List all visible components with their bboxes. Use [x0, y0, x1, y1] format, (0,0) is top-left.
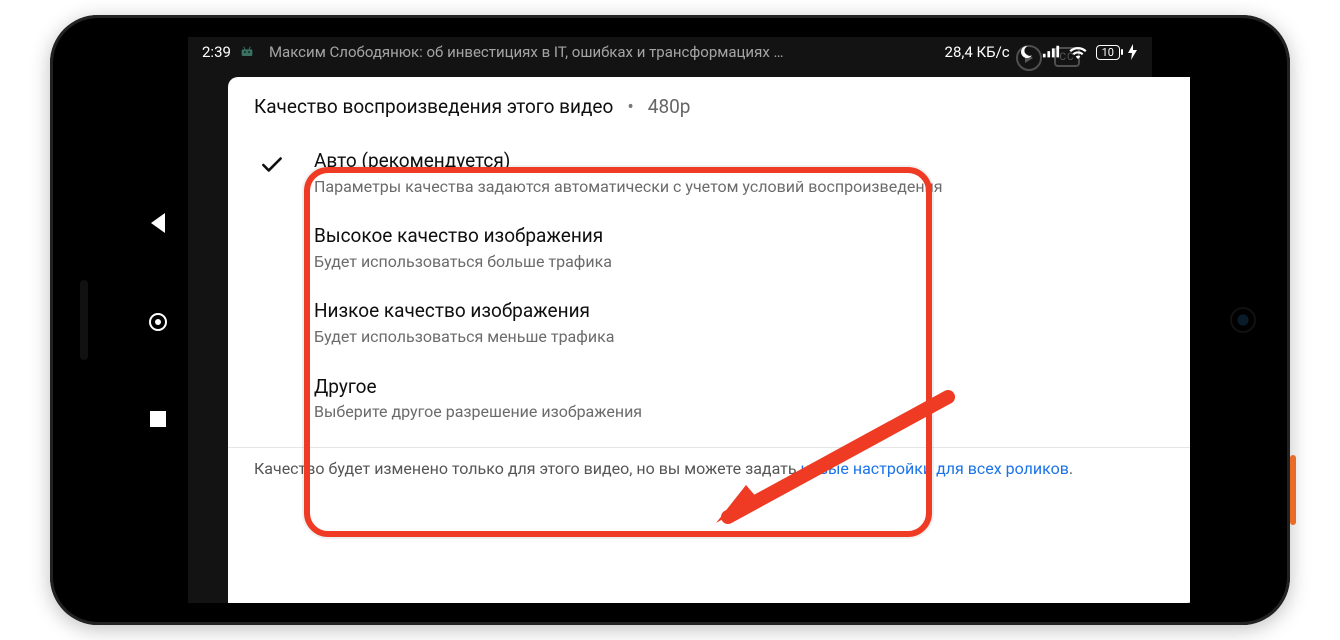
sheet-title: Качество воспроизведения этого видео	[254, 95, 613, 118]
check-placeholder	[254, 374, 290, 378]
charging-bolt-icon	[1128, 44, 1138, 60]
quality-option-low[interactable]: Низкое качество изображения Будет исполь…	[254, 286, 1164, 361]
phone-frame: CC 0:03 / 2:39 Максим Слободянюк: об инв…	[50, 15, 1290, 625]
quality-option-high[interactable]: Высокое качество изображения Будет испол…	[254, 211, 1164, 286]
wifi-icon	[1068, 45, 1088, 59]
quality-option-other[interactable]: Другое Выберите другое разрешение изобра…	[254, 362, 1164, 437]
nav-recents-icon[interactable]	[150, 411, 166, 427]
android-head-icon	[239, 44, 255, 60]
current-quality: 480p	[648, 95, 691, 118]
check-placeholder	[254, 223, 290, 227]
option-subtitle: Параметры качества задаются автоматическ…	[314, 176, 1164, 198]
video-title: Максим Слободянюк: об инвестициях в IT, …	[269, 43, 784, 61]
nav-home-icon[interactable]	[149, 313, 167, 331]
check-placeholder	[254, 298, 290, 302]
footer-text: Качество будет изменено только для этого…	[254, 459, 801, 478]
network-speed: 28,4 КБ/с	[945, 43, 1010, 61]
status-time: 2:39	[202, 43, 231, 61]
android-nav-bar	[128, 37, 188, 603]
battery-icon: 10	[1096, 45, 1120, 60]
check-icon	[254, 148, 290, 178]
option-subtitle: Будет использоваться больше трафика	[314, 251, 1164, 273]
quality-bottom-sheet: Качество воспроизведения этого видео • 4…	[228, 77, 1190, 603]
quality-option-auto[interactable]: Авто (рекомендуется) Параметры качества …	[254, 136, 1164, 211]
battery-level: 10	[1102, 46, 1114, 59]
option-subtitle: Будет использоваться меньше трафика	[314, 326, 1164, 348]
footer-settings-link[interactable]: новые настройки для всех роликов	[801, 459, 1069, 478]
cellular-signal-icon	[1042, 45, 1060, 59]
divider	[228, 447, 1190, 448]
sheet-header: Качество воспроизведения этого видео • 4…	[254, 95, 1164, 136]
power-button	[1290, 455, 1296, 525]
dnd-crescent-icon	[1018, 44, 1034, 60]
separator-dot: •	[627, 95, 633, 118]
option-title: Другое	[314, 374, 1164, 400]
option-title: Высокое качество изображения	[314, 223, 1164, 249]
option-subtitle: Выберите другое разрешение изображения	[314, 401, 1164, 423]
footer-suffix: .	[1069, 459, 1073, 478]
status-bar: 2:39 Максим Слободянюк: об инвестициях в…	[188, 37, 1152, 67]
option-title: Низкое качество изображения	[314, 298, 1164, 324]
option-title: Авто (рекомендуется)	[314, 148, 1164, 174]
sheet-footer: Качество будет изменено только для этого…	[254, 458, 1164, 480]
quality-options-list: Авто (рекомендуется) Параметры качества …	[254, 136, 1164, 437]
nav-back-icon[interactable]	[151, 213, 165, 233]
phone-screen: CC 0:03 / 2:39 Максим Слободянюк: об инв…	[128, 37, 1212, 603]
